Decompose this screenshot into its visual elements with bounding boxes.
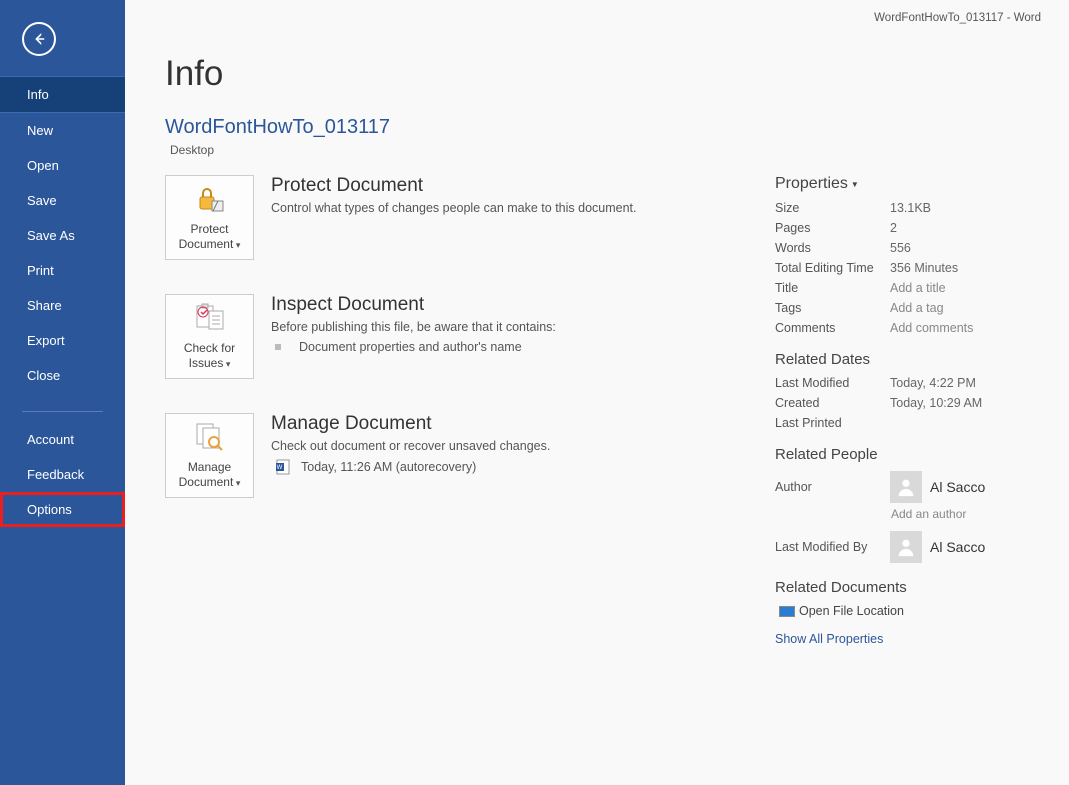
- last-modified-by-row: Last Modified By Al Sacco: [775, 531, 1045, 563]
- date-value: Today, 4:22 PM: [890, 376, 976, 390]
- property-value: 356 Minutes: [890, 261, 958, 275]
- document-path: Desktop: [170, 143, 1045, 157]
- inspect-document-title: Inspect Document: [271, 294, 556, 316]
- property-row: TitleAdd a title: [775, 281, 1045, 295]
- manage-document-section: Manage Document ▾ Manage Document Check …: [165, 413, 775, 498]
- protect-document-section: Protect Document ▾ Protect Document Cont…: [165, 175, 775, 260]
- inspect-document-section: Check for Issues ▾ Inspect Document Befo…: [165, 294, 775, 379]
- inspect-document-desc: Before publishing this file, be aware th…: [271, 320, 556, 334]
- bullet-icon: [275, 344, 281, 350]
- protect-document-title: Protect Document: [271, 175, 637, 197]
- date-value: Today, 10:29 AM: [890, 396, 982, 410]
- property-label: Comments: [775, 321, 890, 335]
- date-label: Last Printed: [775, 416, 890, 430]
- monitor-icon: [779, 606, 795, 617]
- date-label: Created: [775, 396, 890, 410]
- manage-document-title: Manage Document: [271, 413, 550, 435]
- property-label: Size: [775, 201, 890, 215]
- property-row: Pages2: [775, 221, 1045, 235]
- related-people-header: Related People: [775, 446, 1045, 463]
- date-row: Last Printed: [775, 416, 1045, 430]
- author-row: Author Al Sacco: [775, 471, 1045, 503]
- dropdown-arrow-icon: ▾: [233, 240, 240, 250]
- avatar-icon: [890, 471, 922, 503]
- avatar-icon: [890, 531, 922, 563]
- properties-panel: Properties▼ Size13.1KBPages2Words556Tota…: [775, 175, 1045, 646]
- last-modified-by-name: Al Sacco: [930, 539, 985, 555]
- properties-dropdown[interactable]: Properties▼: [775, 175, 1045, 193]
- property-row: Total Editing Time356 Minutes: [775, 261, 1045, 275]
- word-doc-icon: W: [275, 459, 291, 475]
- related-documents-header: Related Documents: [775, 579, 1045, 596]
- date-row: CreatedToday, 10:29 AM: [775, 396, 1045, 410]
- author-name: Al Sacco: [930, 479, 985, 495]
- nav-save-as[interactable]: Save As: [0, 218, 125, 253]
- nav-export[interactable]: Export: [0, 323, 125, 358]
- property-row: TagsAdd a tag: [775, 301, 1045, 315]
- property-label: Pages: [775, 221, 890, 235]
- property-label: Title: [775, 281, 890, 295]
- property-row: Size13.1KB: [775, 201, 1045, 215]
- date-row: Last ModifiedToday, 4:22 PM: [775, 376, 1045, 390]
- dropdown-arrow-icon: ▼: [851, 180, 859, 189]
- property-label: Words: [775, 241, 890, 255]
- nav-new[interactable]: New: [0, 113, 125, 148]
- nav-print[interactable]: Print: [0, 253, 125, 288]
- nav-open[interactable]: Open: [0, 148, 125, 183]
- check-for-issues-button[interactable]: Check for Issues ▾: [165, 294, 254, 379]
- autorecovery-entry[interactable]: W Today, 11:26 AM (autorecovery): [271, 459, 550, 475]
- documents-magnify-icon: [195, 420, 225, 454]
- show-all-properties-link[interactable]: Show All Properties: [775, 632, 1045, 646]
- manage-document-button[interactable]: Manage Document ▾: [165, 413, 254, 498]
- backstage-sidebar: InfoNewOpenSaveSave AsPrintShareExportCl…: [0, 0, 125, 785]
- property-value[interactable]: Add comments: [890, 321, 973, 335]
- svg-text:W: W: [277, 465, 283, 471]
- clipboard-check-icon: [195, 301, 225, 335]
- dropdown-arrow-icon: ▾: [233, 478, 240, 488]
- lock-shield-icon: [195, 182, 225, 216]
- protect-document-desc: Control what types of changes people can…: [271, 201, 637, 215]
- protect-document-button[interactable]: Protect Document ▾: [165, 175, 254, 260]
- nav-feedback[interactable]: Feedback: [0, 457, 125, 492]
- property-value: 2: [890, 221, 897, 235]
- property-row: Words556: [775, 241, 1045, 255]
- property-label: Total Editing Time: [775, 261, 890, 275]
- page-title: Info: [165, 54, 1045, 94]
- property-value: 13.1KB: [890, 201, 931, 215]
- property-value[interactable]: Add a tag: [890, 301, 944, 315]
- add-author-link[interactable]: Add an author: [891, 507, 1045, 521]
- back-button[interactable]: [22, 22, 56, 56]
- window-title: WordFontHowTo_013117 - Word: [165, 12, 1045, 24]
- nav-account[interactable]: Account: [0, 422, 125, 457]
- related-dates-header: Related Dates: [775, 351, 1045, 368]
- nav-save[interactable]: Save: [0, 183, 125, 218]
- nav-close[interactable]: Close: [0, 358, 125, 393]
- manage-document-desc: Check out document or recover unsaved ch…: [271, 439, 550, 453]
- nav-info[interactable]: Info: [0, 76, 125, 113]
- actions-column: Protect Document ▾ Protect Document Cont…: [165, 175, 775, 646]
- arrow-left-icon: [30, 30, 48, 48]
- dropdown-arrow-icon: ▾: [223, 359, 230, 369]
- property-label: Tags: [775, 301, 890, 315]
- document-name: WordFontHowTo_013117: [165, 116, 1045, 139]
- nav-separator: [22, 411, 103, 412]
- date-label: Last Modified: [775, 376, 890, 390]
- nav-options[interactable]: Options: [0, 492, 125, 527]
- open-file-location-link[interactable]: Open File Location: [779, 604, 1045, 618]
- property-value: 556: [890, 241, 911, 255]
- property-value[interactable]: Add a title: [890, 281, 946, 295]
- nav-share[interactable]: Share: [0, 288, 125, 323]
- main-content: WordFontHowTo_013117 - Word Info WordFon…: [125, 0, 1069, 785]
- inspect-bullet: Document properties and author's name: [271, 340, 556, 354]
- property-row: CommentsAdd comments: [775, 321, 1045, 335]
